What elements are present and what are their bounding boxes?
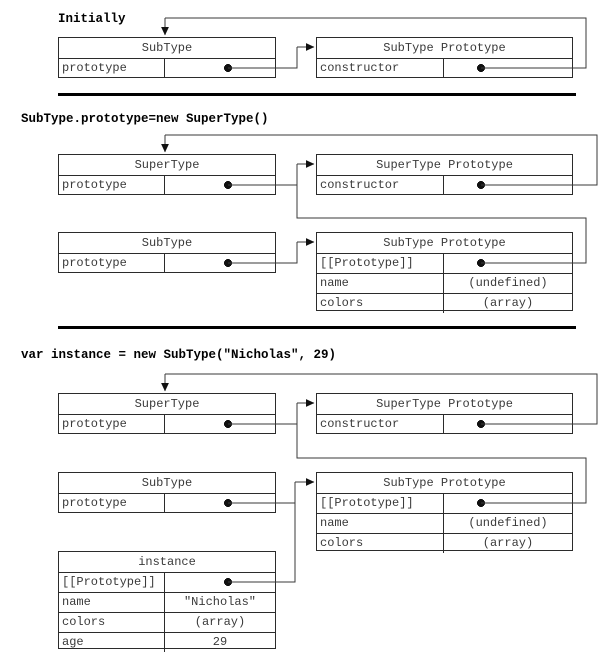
- box-title: SuperType: [59, 155, 275, 176]
- row-key: name: [59, 593, 165, 612]
- table-row: prototype: [59, 494, 275, 513]
- row-value-pointer: [444, 176, 572, 195]
- row-key: constructor: [317, 415, 444, 434]
- row-key: name: [317, 274, 444, 293]
- row-value-pointer: [165, 573, 275, 592]
- box-subtype-prototype-s2: SubType Prototype [[Prototype]] name (un…: [316, 232, 573, 313]
- table-row: [[Prototype]]: [59, 573, 275, 593]
- box-title: SubType: [59, 38, 275, 59]
- box-instance-s3: instance [[Prototype]] name "Nicholas" c…: [58, 551, 276, 652]
- box-title: SubType Prototype: [317, 233, 572, 254]
- row-key: constructor: [317, 59, 444, 78]
- box-supertype-prototype-s2: SuperType Prototype constructor: [316, 154, 573, 195]
- diagram-canvas: Initially SubType prototype SubType Prot…: [0, 0, 611, 663]
- table-row: name (undefined): [317, 514, 572, 534]
- section-divider-1: [58, 93, 576, 96]
- table-row: prototype: [59, 59, 275, 78]
- box-supertype-constructor-s3: SuperType prototype: [58, 393, 276, 434]
- row-value-pointer: [444, 59, 572, 78]
- row-key: age: [59, 633, 165, 652]
- row-key: constructor: [317, 176, 444, 195]
- row-key: prototype: [59, 415, 165, 434]
- table-row: [[Prototype]]: [317, 494, 572, 514]
- row-value-pointer: [165, 254, 275, 273]
- box-title: SuperType: [59, 394, 275, 415]
- row-key: [[Prototype]]: [59, 573, 165, 592]
- box-title: instance: [59, 552, 275, 573]
- table-row: colors (array): [317, 294, 572, 313]
- table-row: age 29: [59, 633, 275, 652]
- row-value: (undefined): [468, 516, 548, 530]
- row-value-pointer: [444, 494, 572, 513]
- row-key: [[Prototype]]: [317, 254, 444, 273]
- table-row: constructor: [317, 59, 572, 78]
- section-heading-var-instance: var instance = new SubType("Nicholas", 2…: [21, 348, 337, 362]
- table-row: prototype: [59, 415, 275, 434]
- table-row: [[Prototype]]: [317, 254, 572, 274]
- box-subtype-constructor-s2: SubType prototype: [58, 232, 276, 273]
- box-subtype-constructor-s1: SubType prototype: [58, 37, 276, 78]
- table-row: colors (array): [317, 534, 572, 553]
- table-row: constructor: [317, 415, 572, 434]
- row-value-pointer: [444, 254, 572, 273]
- box-subtype-constructor-s3: SubType prototype: [58, 472, 276, 513]
- row-key: prototype: [59, 176, 165, 195]
- row-value-pointer: [165, 176, 275, 195]
- box-title: SuperType Prototype: [317, 394, 572, 415]
- row-value-pointer: [165, 59, 275, 78]
- box-title: SubType Prototype: [317, 38, 572, 59]
- row-value: "Nicholas": [183, 595, 256, 609]
- row-value: 29: [212, 635, 228, 649]
- row-key: [[Prototype]]: [317, 494, 444, 513]
- row-key: prototype: [59, 494, 165, 513]
- row-value: (array): [194, 615, 246, 629]
- row-key: name: [317, 514, 444, 533]
- section-heading-initially: Initially: [58, 12, 126, 26]
- row-key: prototype: [59, 254, 165, 273]
- row-value: (array): [482, 536, 534, 550]
- table-row: constructor: [317, 176, 572, 195]
- table-row: prototype: [59, 176, 275, 195]
- row-value-pointer: [444, 415, 572, 434]
- table-row: colors (array): [59, 613, 275, 633]
- box-title: SuperType Prototype: [317, 155, 572, 176]
- row-value: (array): [482, 296, 534, 310]
- box-supertype-prototype-s3: SuperType Prototype constructor: [316, 393, 573, 434]
- box-title: SubType: [59, 473, 275, 494]
- box-subtype-prototype-s3: SubType Prototype [[Prototype]] name (un…: [316, 472, 573, 553]
- section-divider-2: [58, 326, 576, 329]
- table-row: name (undefined): [317, 274, 572, 294]
- box-title: SubType: [59, 233, 275, 254]
- table-row: name "Nicholas": [59, 593, 275, 613]
- row-value-pointer: [165, 415, 275, 434]
- row-key: colors: [59, 613, 165, 632]
- row-value-pointer: [165, 494, 275, 513]
- box-supertype-constructor-s2: SuperType prototype: [58, 154, 276, 195]
- row-key: colors: [317, 534, 444, 553]
- table-row: prototype: [59, 254, 275, 273]
- row-value: (undefined): [468, 276, 548, 290]
- box-title: SubType Prototype: [317, 473, 572, 494]
- box-subtype-prototype-s1: SubType Prototype constructor: [316, 37, 573, 78]
- section-heading-subtype-prototype-assign: SubType.prototype=new SuperType(): [21, 112, 269, 126]
- row-key: colors: [317, 294, 444, 313]
- row-key: prototype: [59, 59, 165, 78]
